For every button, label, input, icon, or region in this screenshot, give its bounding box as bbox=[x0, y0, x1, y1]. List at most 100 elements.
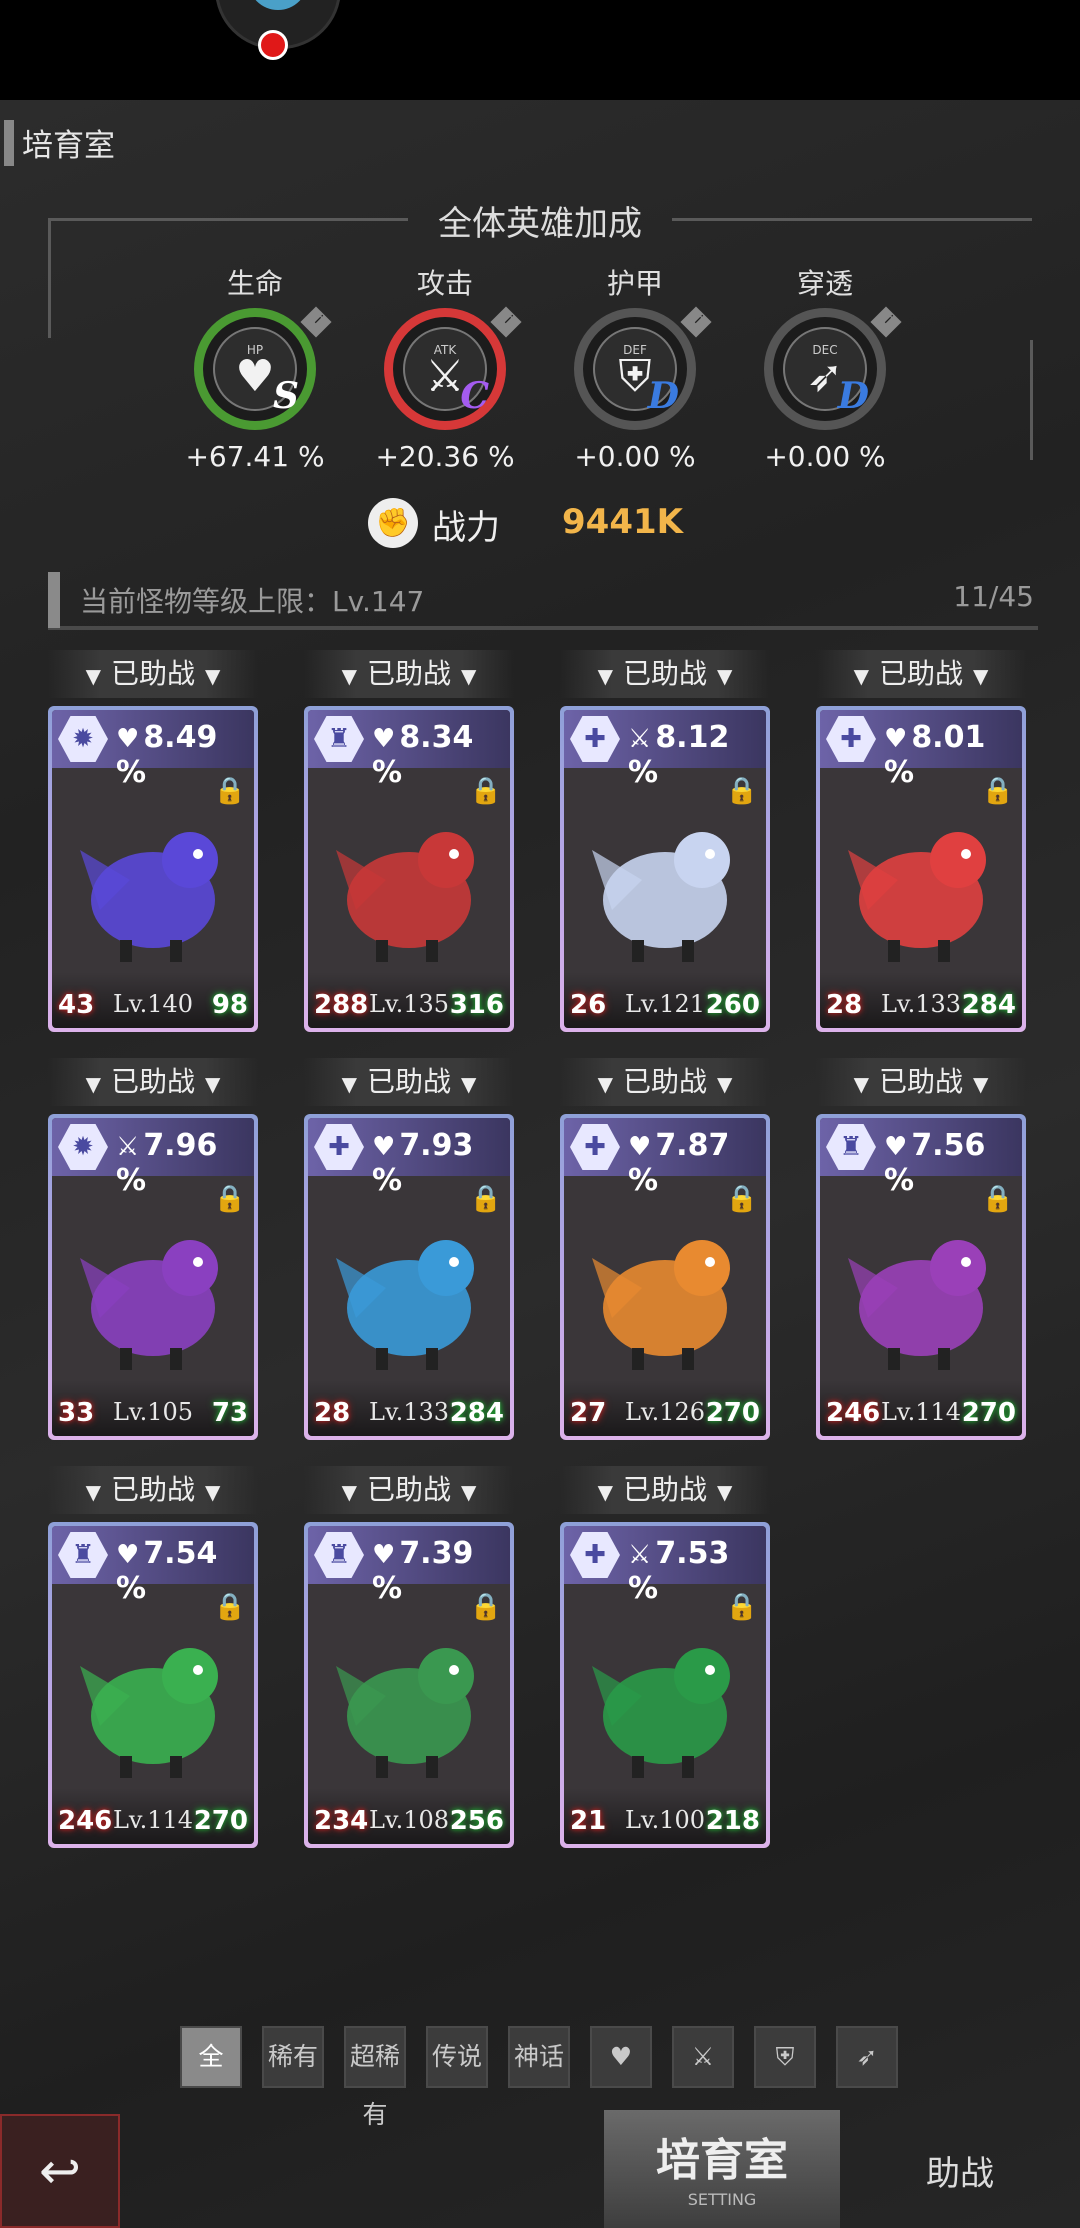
assist-dropdown[interactable]: ▼ 已助战 ▼ bbox=[304, 1466, 514, 1514]
tab-assist[interactable]: 助战 bbox=[860, 2146, 1060, 2195]
monster-card[interactable]: ▼ 已助战 ▼ ✹ ♥ 8.49 % 🔒 43 Lv.140 98 bbox=[48, 650, 258, 1032]
assist-label: 已助战 bbox=[878, 1065, 963, 1098]
assist-dropdown[interactable]: ▼ 已助战 ▼ bbox=[48, 1466, 258, 1514]
monster-sprite bbox=[336, 832, 474, 962]
card-frame[interactable]: ♜ ♥ 7.39 % 🔒 234 Lv.108 256 bbox=[304, 1522, 514, 1848]
triangle-down-icon: ▼ bbox=[341, 664, 357, 688]
stat-icon: ♥ bbox=[116, 724, 140, 754]
monster-sprite bbox=[592, 832, 730, 962]
monster-sprite bbox=[80, 1648, 218, 1778]
triangle-down-icon: ▼ bbox=[973, 664, 989, 688]
monster-card[interactable]: ▼ 已助战 ▼ ♜ ♥ 8.34 % 🔒 288 Lv.135 316 bbox=[304, 650, 514, 1032]
triangle-down-icon: ▼ bbox=[85, 664, 101, 688]
monster-card[interactable]: ▼ 已助战 ▼ ✚ ♥ 7.93 % 🔒 28 Lv.133 284 bbox=[304, 1058, 514, 1440]
stat-icon: ♥ bbox=[116, 1540, 140, 1570]
stat-label: 穿透 bbox=[796, 267, 853, 300]
monster-card[interactable]: ▼ 已助战 ▼ ✚ ♥ 7.87 % 🔒 27 Lv.126 270 bbox=[560, 1058, 770, 1440]
stat-ring: HP ♥ Si bbox=[194, 306, 332, 430]
stat-icon: ♥ bbox=[372, 1540, 396, 1570]
card-frame[interactable]: ✚ ♥ 7.93 % 🔒 28 Lv.133 284 bbox=[304, 1114, 514, 1440]
assist-label: 已助战 bbox=[622, 657, 707, 690]
card-frame[interactable]: ♜ ♥ 7.56 % 🔒 246 Lv.114 270 bbox=[816, 1114, 1026, 1440]
card-frame[interactable]: ♜ ♥ 8.34 % 🔒 288 Lv.135 316 bbox=[304, 706, 514, 1032]
stat-icon: ♥ bbox=[372, 1132, 396, 1162]
filter-button[interactable]: 超稀有 bbox=[344, 2026, 406, 2129]
triangle-down-icon: ▼ bbox=[461, 1480, 477, 1504]
filter-button[interactable]: ⚔ bbox=[672, 2026, 734, 2088]
monster-card[interactable]: ▼ 已助战 ▼ ♜ ♥ 7.56 % 🔒 246 Lv.114 270 bbox=[816, 1058, 1026, 1440]
stat-hp[interactable]: 生命 HP ♥ Si +67.41 % bbox=[185, 262, 332, 473]
card-frame[interactable]: ✹ ♥ 8.49 % 🔒 43 Lv.140 98 bbox=[48, 706, 258, 1032]
triangle-down-icon: ▼ bbox=[205, 1072, 221, 1096]
assist-dropdown[interactable]: ▼ 已助战 ▼ bbox=[304, 650, 514, 698]
filter-button[interactable]: 全 bbox=[180, 2026, 242, 2088]
assist-dropdown[interactable]: ▼ 已助战 ▼ bbox=[48, 650, 258, 698]
assist-dropdown[interactable]: ▼ 已助战 ▼ bbox=[304, 1058, 514, 1106]
monster-sprite bbox=[592, 1240, 730, 1370]
card-frame[interactable]: ✚ ⚔ 8.12 % 🔒 26 Lv.121 260 bbox=[560, 706, 770, 1032]
filter-button[interactable]: ♥ bbox=[590, 2026, 652, 2088]
card-frame[interactable]: ✚ ♥ 8.01 % 🔒 28 Lv.133 284 bbox=[816, 706, 1026, 1032]
def-value: 270 bbox=[961, 1398, 1016, 1428]
monster-card[interactable]: ▼ 已助战 ▼ ✚ ⚔ 8.12 % 🔒 26 Lv.121 260 bbox=[560, 650, 770, 1032]
monster-card[interactable]: ▼ 已助战 ▼ ✚ ♥ 8.01 % 🔒 28 Lv.133 284 bbox=[816, 650, 1026, 1032]
stat-dec[interactable]: 穿透 DEC ➶ Di +0.00 % bbox=[755, 262, 902, 473]
def-value: 256 bbox=[449, 1806, 504, 1836]
triangle-down-icon: ▼ bbox=[597, 1480, 613, 1504]
monster-card[interactable]: ▼ 已助战 ▼ ✚ ⚔ 7.53 % 🔒 21 Lv.100 218 bbox=[560, 1466, 770, 1848]
back-button[interactable]: ↩ bbox=[0, 2114, 120, 2228]
filter-button[interactable]: 稀有 bbox=[262, 2026, 324, 2088]
power-label: 战力 bbox=[432, 508, 500, 548]
assist-dropdown[interactable]: ▼ 已助战 ▼ bbox=[560, 1466, 770, 1514]
card-frame[interactable]: ✚ ⚔ 7.53 % 🔒 21 Lv.100 218 bbox=[560, 1522, 770, 1848]
assist-dropdown[interactable]: ▼ 已助战 ▼ bbox=[560, 1058, 770, 1106]
stat-label: 攻击 bbox=[416, 267, 473, 300]
assist-label: 已助战 bbox=[622, 1065, 707, 1098]
monster-count: 11/45 bbox=[953, 580, 1034, 613]
triangle-down-icon: ▼ bbox=[205, 664, 221, 688]
monster-sprite bbox=[336, 1648, 474, 1778]
triangle-down-icon: ▼ bbox=[597, 664, 613, 688]
stat-atk[interactable]: 攻击 ATK ⚔ Ci +20.36 % bbox=[375, 262, 522, 473]
filter-button[interactable]: 传说 bbox=[426, 2026, 488, 2088]
def-value: 270 bbox=[193, 1806, 248, 1836]
page-title: 培育室 bbox=[22, 128, 115, 164]
triangle-down-icon: ▼ bbox=[205, 1480, 221, 1504]
card-frame[interactable]: ✚ ♥ 7.87 % 🔒 27 Lv.126 270 bbox=[560, 1114, 770, 1440]
assist-dropdown[interactable]: ▼ 已助战 ▼ bbox=[560, 650, 770, 698]
monster-sprite bbox=[336, 1240, 474, 1370]
tab-breeding-sub: SETTING bbox=[687, 2190, 757, 2209]
section-marker bbox=[4, 120, 14, 166]
stat-grade: D bbox=[837, 375, 869, 417]
def-value: 316 bbox=[449, 990, 504, 1020]
return-icon: ↩ bbox=[39, 2142, 81, 2200]
level-cap-text: 当前怪物等级上限：Lv.147 bbox=[80, 585, 425, 618]
filter-button[interactable]: ➶ bbox=[836, 2026, 898, 2088]
stat-icon: ⚔ bbox=[116, 1132, 140, 1162]
assist-dropdown[interactable]: ▼ 已助战 ▼ bbox=[816, 1058, 1026, 1106]
filter-button[interactable]: ⛨ bbox=[754, 2026, 816, 2088]
stat-value: +0.00 % bbox=[764, 440, 886, 473]
monster-card[interactable]: ▼ 已助战 ▼ ♜ ♥ 7.54 % 🔒 246 Lv.114 270 bbox=[48, 1466, 258, 1848]
def-value: 260 bbox=[705, 990, 760, 1020]
top-bar bbox=[0, 0, 1080, 100]
assist-dropdown[interactable]: ▼ 已助战 ▼ bbox=[48, 1058, 258, 1106]
assist-dropdown[interactable]: ▼ 已助战 ▼ bbox=[816, 650, 1026, 698]
stat-label: 护甲 bbox=[606, 267, 663, 300]
def-value: 284 bbox=[449, 1398, 504, 1428]
assist-label: 已助战 bbox=[366, 657, 451, 690]
tab-breeding[interactable]: 培育室 SETTING bbox=[604, 2110, 840, 2228]
card-frame[interactable]: ♜ ♥ 7.54 % 🔒 246 Lv.114 270 bbox=[48, 1522, 258, 1848]
monster-card[interactable]: ▼ 已助战 ▼ ♜ ♥ 7.39 % 🔒 234 Lv.108 256 bbox=[304, 1466, 514, 1848]
assist-label: 已助战 bbox=[878, 657, 963, 690]
bonus-title: 全体英雄加成 bbox=[438, 204, 642, 244]
fist-icon: ✊ bbox=[368, 498, 418, 548]
card-frame[interactable]: ✹ ⚔ 7.96 % 🔒 33 Lv.105 73 bbox=[48, 1114, 258, 1440]
assist-label: 已助战 bbox=[622, 1473, 707, 1506]
notification-dot bbox=[258, 30, 288, 60]
filter-button[interactable]: 神话 bbox=[508, 2026, 570, 2088]
triangle-down-icon: ▼ bbox=[461, 664, 477, 688]
monster-card[interactable]: ▼ 已助战 ▼ ✹ ⚔ 7.96 % 🔒 33 Lv.105 73 bbox=[48, 1058, 258, 1440]
stat-def[interactable]: 护甲 DEF ⛨ Di +0.00 % bbox=[565, 262, 712, 473]
triangle-down-icon: ▼ bbox=[597, 1072, 613, 1096]
